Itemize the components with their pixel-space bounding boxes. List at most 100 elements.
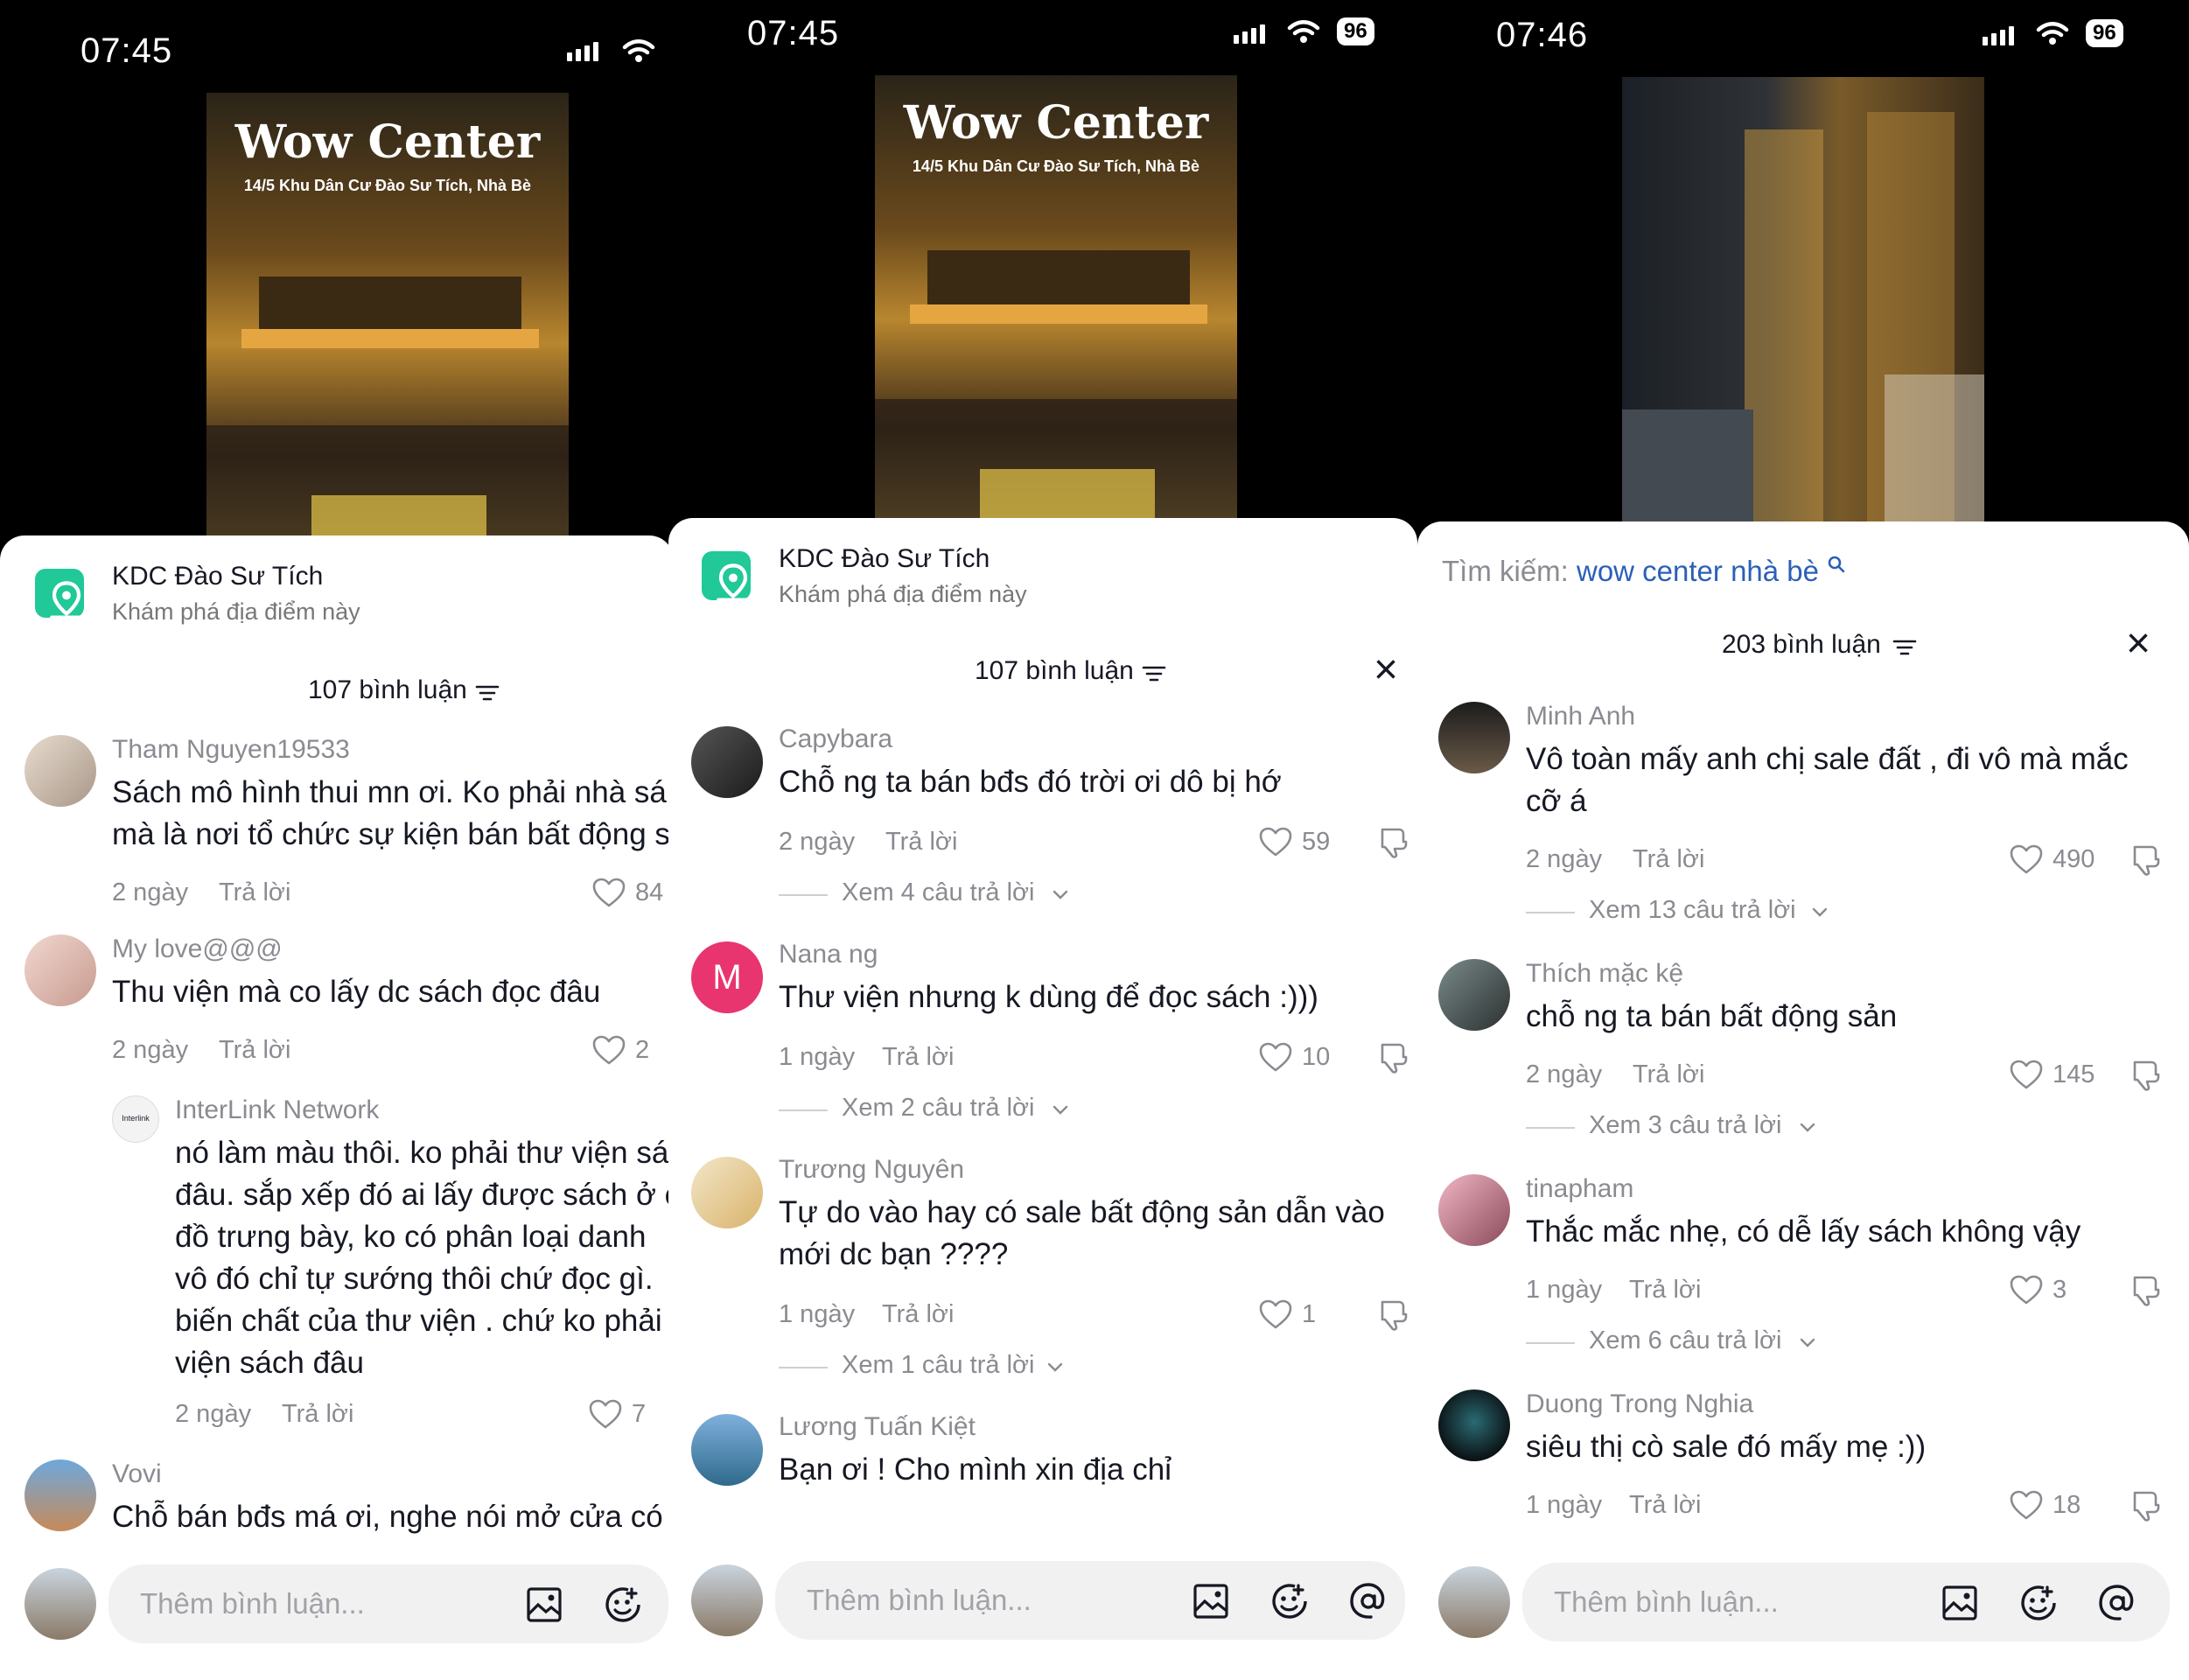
dislike-icon[interactable] xyxy=(1375,1297,1410,1332)
my-avatar[interactable] xyxy=(24,1568,96,1640)
dislike-icon[interactable] xyxy=(2128,1272,2163,1307)
comment-username[interactable]: Nana ng xyxy=(779,940,878,970)
comment-username[interactable]: Lương Tuấn Kiệt xyxy=(779,1412,976,1442)
reply-button[interactable]: Trả lời xyxy=(882,1043,954,1072)
comment-username[interactable]: InterLink Network xyxy=(175,1096,379,1125)
image-icon[interactable] xyxy=(1941,1584,1979,1622)
avatar[interactable] xyxy=(1438,1174,1510,1246)
heart-icon[interactable] xyxy=(1258,1041,1293,1073)
reply-button[interactable]: Trả lời xyxy=(219,878,290,907)
view-replies-button[interactable]: Xem 2 câu trả lời xyxy=(842,1094,1035,1123)
comment-input[interactable]: Thêm bình luận... xyxy=(108,1564,668,1643)
reply-button[interactable]: Trả lời xyxy=(282,1400,353,1429)
avatar[interactable] xyxy=(691,1414,763,1486)
comment-username[interactable]: tinapham xyxy=(1526,1174,1633,1204)
chevron-down-icon[interactable] xyxy=(1799,1337,1816,1349)
comment-input-placeholder: Thêm bình luận... xyxy=(807,1584,1032,1616)
chevron-down-icon[interactable] xyxy=(1799,1122,1816,1134)
comment-username[interactable]: Capybara xyxy=(779,724,892,754)
heart-icon[interactable] xyxy=(591,877,626,908)
mention-icon[interactable] xyxy=(1347,1580,1389,1622)
heart-icon[interactable] xyxy=(2009,1489,2044,1521)
search-suggestion[interactable]: Tìm kiếm: wow center nhà bè xyxy=(1442,555,1846,588)
comments-sheet: Tìm kiếm: wow center nhà bè 203 bình luậ… xyxy=(1417,522,2189,1680)
comment-input-placeholder: Thêm bình luận... xyxy=(140,1587,365,1620)
close-icon[interactable]: × xyxy=(1374,649,1398,691)
dislike-icon[interactable] xyxy=(2128,1057,2163,1092)
emoji-icon[interactable] xyxy=(1269,1580,1311,1622)
location-badge[interactable] xyxy=(702,551,751,600)
heart-icon[interactable] xyxy=(2009,1059,2044,1090)
chevron-down-icon[interactable] xyxy=(1052,1104,1069,1116)
reply-button[interactable]: Trả lời xyxy=(219,1036,290,1065)
heart-icon[interactable] xyxy=(588,1398,623,1430)
sort-icon[interactable] xyxy=(1892,637,1918,658)
comment-username[interactable]: Minh Anh xyxy=(1526,702,1635,732)
dislike-icon[interactable] xyxy=(1375,824,1410,859)
comment-username[interactable]: My love@@@ xyxy=(112,934,283,964)
close-icon[interactable]: × xyxy=(2126,623,2151,665)
heart-icon[interactable] xyxy=(1258,1298,1293,1330)
comment-username[interactable]: Vovi xyxy=(112,1460,162,1489)
view-replies-button[interactable]: Xem 3 câu trả lời xyxy=(1589,1111,1782,1140)
view-replies-button[interactable]: Xem 4 câu trả lời xyxy=(842,878,1035,907)
video-thumbnail[interactable]: Wow Center 14/5 Khu Dân Cư Đào Sư Tích, … xyxy=(206,93,569,548)
avatar[interactable] xyxy=(691,726,763,798)
chevron-down-icon[interactable] xyxy=(1811,906,1829,919)
video-thumbnail[interactable]: Wow Center 14/5 Khu Dân Cư Đào Sư Tích, … xyxy=(875,75,1237,518)
reply-button[interactable]: Trả lời xyxy=(885,828,957,857)
reply-button[interactable]: Trả lời xyxy=(1633,1060,1704,1089)
reply-button[interactable]: Trả lời xyxy=(1633,845,1704,874)
avatar[interactable] xyxy=(24,934,96,1006)
avatar[interactable] xyxy=(691,1157,763,1228)
comment-input[interactable]: Thêm bình luận... xyxy=(1522,1563,2170,1642)
comment-text: Vô toàn mấy anh chị sale đất , đi vô mà … xyxy=(1526,742,2129,818)
avatar[interactable] xyxy=(1438,959,1510,1031)
comment-age: 1 ngày xyxy=(779,1043,856,1071)
comment-username[interactable]: Trương Nguyên xyxy=(779,1155,964,1185)
location-title[interactable]: KDC Đào Sư Tích xyxy=(112,562,323,592)
comment-username[interactable]: Tham Nguyen19533 xyxy=(112,735,350,765)
comment-text: Bạn ơi ! Cho mình xin địa chỉ xyxy=(779,1452,1172,1487)
heart-icon[interactable] xyxy=(2009,1274,2044,1306)
avatar[interactable]: M xyxy=(691,942,763,1013)
avatar[interactable] xyxy=(1438,702,1510,774)
comment-username[interactable]: Thích mặc kệ xyxy=(1526,959,1683,989)
avatar[interactable]: Interlink xyxy=(112,1096,159,1143)
location-badge[interactable] xyxy=(35,569,84,618)
view-replies-button[interactable]: Xem 13 câu trả lời xyxy=(1589,896,1796,925)
comment-username[interactable]: Duong Trong Nghia xyxy=(1526,1390,1753,1419)
mention-icon[interactable] xyxy=(2096,1582,2138,1624)
location-title[interactable]: KDC Đào Sư Tích xyxy=(779,544,990,574)
emoji-icon[interactable] xyxy=(2018,1582,2060,1624)
comment-input[interactable]: Thêm bình luận... xyxy=(775,1561,1405,1640)
search-query[interactable]: wow center nhà bè xyxy=(1577,555,1819,587)
dislike-icon[interactable] xyxy=(2128,842,2163,877)
dislike-icon[interactable] xyxy=(2128,1488,2163,1522)
sort-icon[interactable] xyxy=(1141,663,1167,684)
view-replies-button[interactable]: Xem 6 câu trả lời xyxy=(1589,1326,1782,1355)
chevron-down-icon[interactable] xyxy=(1052,889,1069,901)
video-thumbnail[interactable] xyxy=(1622,77,1984,532)
reply-button[interactable]: Trả lời xyxy=(1629,1276,1701,1305)
avatar[interactable] xyxy=(24,735,96,807)
image-icon[interactable] xyxy=(1192,1582,1230,1620)
view-replies-button[interactable]: Xem 1 câu trả lời xyxy=(842,1351,1035,1380)
my-avatar[interactable] xyxy=(691,1564,763,1636)
sort-icon[interactable] xyxy=(474,682,500,704)
image-icon[interactable] xyxy=(525,1586,563,1624)
emoji-icon[interactable] xyxy=(602,1584,644,1626)
dislike-icon[interactable] xyxy=(1375,1040,1410,1074)
heart-icon[interactable] xyxy=(1258,826,1293,858)
my-avatar[interactable] xyxy=(1438,1566,1510,1638)
reply-button[interactable]: Trả lời xyxy=(882,1300,954,1329)
comment-age: 2 ngày xyxy=(1526,845,1603,873)
avatar[interactable] xyxy=(1438,1390,1510,1461)
heart-icon[interactable] xyxy=(2009,844,2044,875)
chevron-down-icon[interactable] xyxy=(1046,1362,1064,1374)
reply-button[interactable]: Trả lời xyxy=(1629,1491,1701,1520)
panel-2: 07:45 96 Wow Center 14/5 Khu Dân Cư Đào … xyxy=(668,0,1417,1680)
heart-icon[interactable] xyxy=(591,1034,626,1066)
status-time: 07:46 xyxy=(1496,16,1589,54)
avatar[interactable] xyxy=(24,1460,96,1531)
